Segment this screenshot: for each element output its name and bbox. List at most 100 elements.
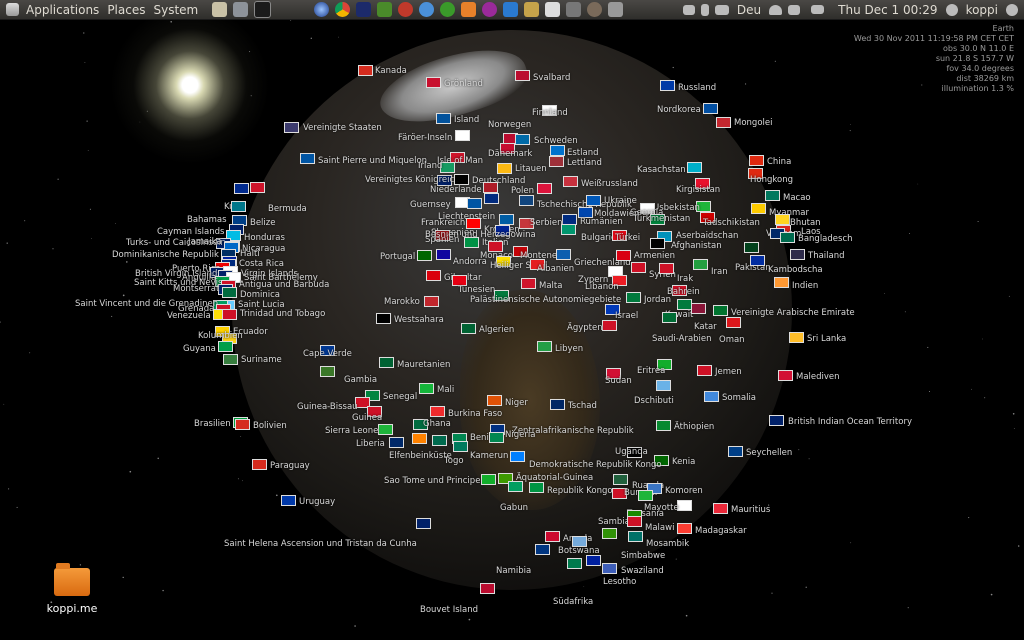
country-label: Ägypten: [567, 323, 603, 333]
desktop[interactable]: Kanada Grönland Svalbard Russland Finnland No…: [0, 20, 1024, 640]
country-flag-icon: [550, 145, 565, 156]
country-label: Cayman Islands: [157, 227, 225, 237]
ghost-launcher-icon[interactable]: [482, 2, 498, 17]
drop-launcher-icon[interactable]: [419, 2, 435, 17]
country-label: Namibia: [496, 566, 532, 576]
bluetooth-icon[interactable]: [700, 3, 709, 16]
p-launcher-icon[interactable]: [440, 2, 456, 17]
menu-system[interactable]: System: [149, 3, 202, 17]
star: [850, 542, 852, 544]
ubuntu-logo-icon[interactable]: [6, 3, 19, 16]
country-label: Dominikanische Republik: [112, 250, 219, 260]
menu-places[interactable]: Places: [103, 3, 149, 17]
launcher-icon[interactable]: [545, 2, 561, 17]
country-label: Kanada: [375, 66, 407, 76]
country-flag-icon: [453, 441, 468, 452]
cube-launcher-icon[interactable]: [503, 2, 519, 17]
user-name[interactable]: koppi: [961, 3, 1003, 17]
star: [798, 449, 800, 451]
screenshot-launcher-icon[interactable]: [566, 2, 582, 17]
stellarium-launcher-icon[interactable]: [356, 2, 372, 17]
country-label: China: [767, 157, 792, 167]
text-editor-launcher-icon[interactable]: [212, 2, 228, 17]
terminal-launcher-icon[interactable]: [254, 1, 272, 18]
launcher-icon[interactable]: [461, 2, 477, 17]
search-icon[interactable]: [608, 2, 624, 17]
country-label: Bosnien und Herzegowina: [425, 230, 536, 240]
star: [884, 293, 885, 294]
country-label: Gabun: [500, 503, 528, 513]
clock[interactable]: Thu Dec 1 00:29: [833, 3, 942, 17]
country-flag-icon: [774, 277, 789, 288]
country-flag-icon: [222, 287, 237, 298]
star: [907, 607, 909, 609]
country-label: Saudi-Arabien: [652, 334, 712, 344]
desktop-icon-koppi-me[interactable]: koppi.me: [42, 563, 102, 615]
country-label: Russland: [678, 83, 717, 93]
country-flag-icon: [489, 432, 504, 443]
power-icon[interactable]: [1006, 3, 1018, 16]
country-flag-icon: [687, 162, 702, 173]
country-label: Bahrein: [667, 287, 700, 297]
star: [91, 238, 92, 239]
star: [968, 517, 970, 519]
country-label: Guyana: [183, 344, 216, 354]
country-flag-icon: [378, 424, 393, 435]
country-flag-icon: [284, 122, 299, 133]
country-label: Komoren: [665, 486, 703, 496]
country-label: Senegal: [383, 392, 418, 402]
xplanet-info: Earth Wed 30 Nov 2011 11:19:58 PM CET CE…: [854, 24, 1014, 94]
country-flag-icon: [508, 481, 523, 492]
star: [126, 261, 128, 263]
country-label: Rumänien: [580, 217, 623, 227]
country-flag-icon: [638, 490, 653, 501]
country-flag-icon: [537, 183, 552, 194]
cherry-launcher-icon[interactable]: [398, 2, 414, 17]
app-launcher-icon[interactable]: [377, 2, 393, 17]
calculator-launcher-icon[interactable]: [233, 2, 249, 17]
star: [354, 625, 356, 627]
country-flag-icon: [535, 544, 550, 555]
keyboard-icon[interactable]: [714, 4, 729, 15]
star: [468, 618, 471, 621]
country-label: Malediven: [796, 372, 840, 382]
country-label: Seychellen: [746, 448, 793, 458]
desktop-icon-label: koppi.me: [46, 602, 98, 615]
country-flag-icon: [567, 558, 582, 569]
star: [984, 397, 986, 399]
country-label: Tadschikistan: [703, 218, 760, 228]
country-label: Äthiopien: [674, 422, 715, 432]
wifi-icon[interactable]: [769, 4, 783, 15]
menu-applications[interactable]: Applications: [22, 3, 103, 17]
star: [83, 32, 85, 34]
country-label: Afghanistan: [671, 241, 722, 251]
star: [79, 564, 82, 566]
firefox-launcher-icon[interactable]: [314, 2, 330, 17]
star: [111, 315, 113, 317]
magnifier-launcher-icon[interactable]: [587, 2, 603, 17]
mail-icon[interactable]: [811, 5, 825, 14]
country-flag-icon: [627, 516, 642, 527]
country-label: Elfenbeinküste: [389, 451, 452, 461]
launcher-icon[interactable]: [524, 2, 540, 17]
country-label: Mauritius: [731, 505, 771, 515]
star: [89, 208, 91, 210]
country-flag-icon: [677, 523, 692, 534]
country-label: Bahamas: [187, 215, 227, 225]
country-label: Israel: [615, 311, 639, 321]
chrome-launcher-icon[interactable]: [335, 2, 351, 17]
user-icon[interactable]: [945, 3, 958, 16]
country-flag-icon: [223, 354, 238, 365]
star: [57, 178, 59, 180]
country-label: Marokko: [384, 297, 420, 307]
star: [338, 36, 339, 38]
star: [6, 242, 8, 244]
volume-icon[interactable]: [788, 4, 801, 15]
star: [87, 150, 89, 151]
country-flag-icon: [218, 341, 233, 352]
country-label: Swaziland: [621, 566, 664, 576]
country-flag-icon: [602, 563, 617, 574]
dropbox-icon[interactable]: [682, 4, 695, 15]
country-label: Island: [454, 115, 480, 125]
keyboard-layout[interactable]: Deu: [732, 3, 766, 17]
